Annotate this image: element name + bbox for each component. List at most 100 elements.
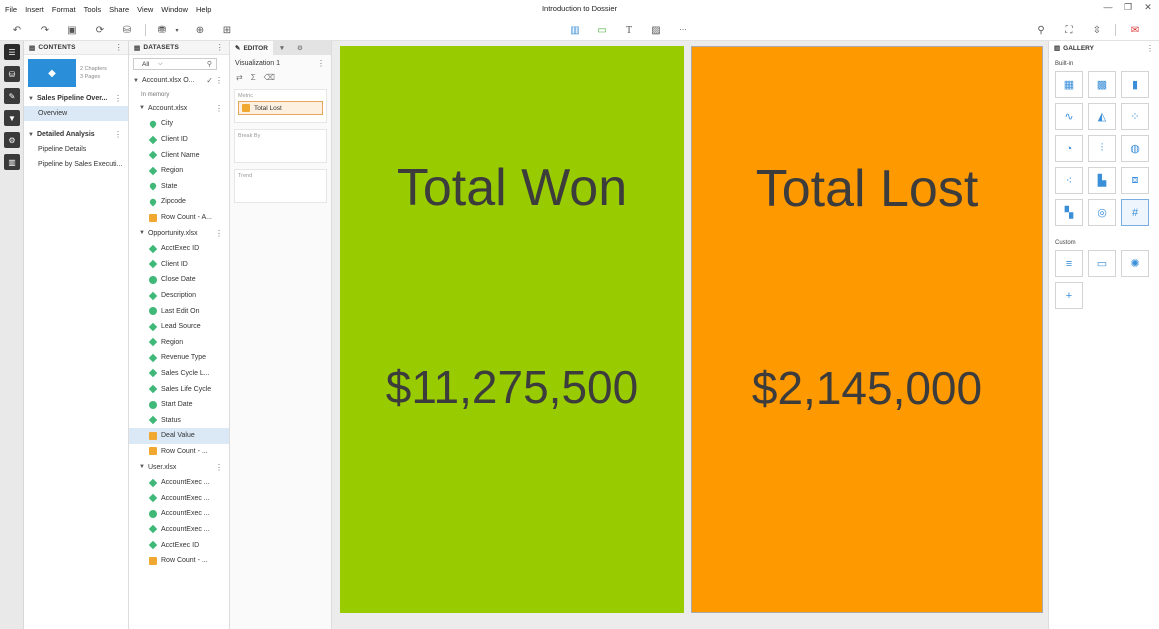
restore-icon[interactable]: ❐	[1123, 2, 1133, 13]
gallery-item[interactable]: ◔	[1055, 135, 1083, 162]
redo-icon[interactable]: ↷	[38, 23, 52, 37]
menu-help[interactable]: Help	[192, 5, 215, 14]
gallery-item[interactable]: ≡	[1055, 250, 1083, 277]
tab-format[interactable]: ⚙	[291, 41, 309, 55]
chapter-header[interactable]: ▼ Detailed Analysis ⋮	[24, 127, 128, 142]
gallery-item[interactable]: ⁖	[1055, 167, 1083, 194]
gallery-item[interactable]: ◎	[1088, 199, 1116, 226]
dataset-object[interactable]: AccountExec ...	[129, 506, 229, 522]
dataset-object[interactable]: AcctExec ID	[129, 241, 229, 257]
contents-menu-icon[interactable]: ⋮	[115, 43, 123, 52]
dataset-filter-select[interactable]: All ⌵ ⚲	[133, 58, 217, 70]
datasets-icon[interactable]: ⛁	[4, 66, 20, 82]
gallery-item[interactable]: ⫶	[1088, 135, 1116, 162]
menu-tools[interactable]: Tools	[80, 5, 106, 14]
dashboard-icon[interactable]: ⚲	[1034, 23, 1048, 37]
dataset-object[interactable]: Status	[129, 412, 229, 428]
dataset-object[interactable]: AccountExec ...	[129, 475, 229, 491]
metric-chip[interactable]: Total Lost	[238, 101, 323, 115]
filter-icon[interactable]: ▼	[4, 110, 20, 126]
dataset-object[interactable]: Revenue Type	[129, 350, 229, 366]
table-header[interactable]: ▼ Account.xlsx ⋮	[129, 101, 229, 117]
dataset-object[interactable]: Row Count - ...	[129, 444, 229, 460]
gallery-menu-icon[interactable]: ⋮	[1146, 44, 1154, 53]
dataset-object[interactable]: Description	[129, 288, 229, 304]
dataset-object[interactable]: AcctExec ID	[129, 537, 229, 553]
insert-visualization-icon[interactable]: ▥	[568, 23, 582, 37]
insert-image-icon[interactable]: ▨	[649, 23, 663, 37]
break-by-drop-zone[interactable]: Break By	[234, 129, 327, 163]
sigma-icon[interactable]: Σ	[251, 73, 256, 83]
chevron-down-icon[interactable]: ▾	[170, 23, 184, 37]
gallery-item[interactable]: ▦	[1055, 71, 1083, 98]
visualization-menu-icon[interactable]: ⋮	[317, 59, 325, 68]
add-page-icon[interactable]: ⊞	[220, 23, 234, 37]
dataset-object[interactable]: Client Name	[129, 147, 229, 163]
insert-html-icon[interactable]: ⋯	[676, 23, 690, 37]
menu-view[interactable]: View	[133, 5, 157, 14]
page-item[interactable]: Overview	[24, 106, 128, 121]
gallery-item[interactable]: ▭	[1088, 250, 1116, 277]
format-icon[interactable]: ⚙	[4, 132, 20, 148]
dataset-object[interactable]: Start Date	[129, 397, 229, 413]
table-header[interactable]: ▼ Opportunity.xlsx ⋮	[129, 225, 229, 241]
table-menu-icon[interactable]: ⋮	[215, 104, 223, 113]
tab-editor[interactable]: ✎ EDITOR	[230, 41, 273, 55]
gallery-item[interactable]: ▩	[1088, 71, 1116, 98]
gallery-item[interactable]: ▙	[1088, 167, 1116, 194]
notifications-icon[interactable]: ✉	[1128, 23, 1142, 37]
eraser-icon[interactable]: ⌫	[264, 73, 275, 83]
insert-text-icon[interactable]: T	[622, 23, 636, 37]
gallery-item[interactable]: ⧈	[1121, 167, 1149, 194]
swap-icon[interactable]: ⇄	[236, 73, 243, 83]
gallery-item[interactable]: ⁘	[1121, 103, 1149, 130]
dataset-object[interactable]: Row Count - A...	[129, 210, 229, 226]
dataset-object[interactable]: Region	[129, 335, 229, 351]
dataset-object[interactable]: Close Date	[129, 272, 229, 288]
dataset-object[interactable]: Lead Source	[129, 319, 229, 335]
tab-filter[interactable]: ▼	[273, 41, 291, 55]
kpi-tile-total-won[interactable]: Total Won $11,275,500	[340, 46, 684, 613]
dataset-object[interactable]: AccountExec ...	[129, 522, 229, 538]
menu-insert[interactable]: Insert	[21, 5, 48, 14]
table-header[interactable]: ▼ User.xlsx ⋮	[129, 459, 229, 475]
dataset-object[interactable]: Sales Life Cycle	[129, 381, 229, 397]
dataset-menu-icon[interactable]: ⋮	[215, 76, 223, 85]
chapter-header[interactable]: ▼ Sales Pipeline Over... ⋮	[24, 91, 128, 106]
gallery-item[interactable]: #	[1121, 199, 1149, 226]
dataset-object[interactable]: Region	[129, 163, 229, 179]
gallery-icon[interactable]: ▥	[4, 154, 20, 170]
presentation-mode-icon[interactable]: ⇳	[1090, 23, 1104, 37]
dataset-object[interactable]: Sales Cycle L...	[129, 366, 229, 382]
dataset-object[interactable]: Last Edit On	[129, 303, 229, 319]
refresh-icon[interactable]: ⟳	[93, 23, 107, 37]
dataset-header[interactable]: ▼ Account.xlsx O... ✓ ⋮	[129, 73, 229, 89]
dataset-object[interactable]: AccountExec ...	[129, 490, 229, 506]
menu-share[interactable]: Share	[105, 5, 133, 14]
data-icon[interactable]: ⛁	[120, 23, 134, 37]
dataset-object[interactable]: Deal Value	[129, 428, 229, 444]
dataset-object[interactable]: Client ID	[129, 257, 229, 273]
trend-drop-zone[interactable]: Trend	[234, 169, 327, 203]
editor-icon[interactable]: ✎	[4, 88, 20, 104]
dataset-object[interactable]: Client ID	[129, 132, 229, 148]
datasets-menu-icon[interactable]: ⋮	[216, 43, 224, 52]
gallery-item[interactable]: +	[1055, 282, 1083, 309]
undo-icon[interactable]: ↶	[10, 23, 24, 37]
kpi-tile-total-lost[interactable]: Total Lost $2,145,000	[691, 46, 1043, 613]
dataset-object[interactable]: Row Count - ...	[129, 553, 229, 569]
table-menu-icon[interactable]: ⋮	[215, 463, 223, 472]
gallery-item[interactable]: ▮	[1121, 71, 1149, 98]
page-item[interactable]: Pipeline Details	[24, 142, 128, 157]
search-icon[interactable]: ⚲	[207, 60, 212, 68]
gallery-item[interactable]: ▚	[1055, 199, 1083, 226]
table-menu-icon[interactable]: ⋮	[215, 229, 223, 238]
gallery-item[interactable]: ◭	[1088, 103, 1116, 130]
page-item[interactable]: Pipeline by Sales Executi...	[24, 157, 128, 172]
menu-window[interactable]: Window	[157, 5, 192, 14]
menu-format[interactable]: Format	[48, 5, 80, 14]
add-chapter-icon[interactable]: ⊕	[193, 23, 207, 37]
chapter-menu-icon[interactable]: ⋮	[114, 94, 122, 103]
chapter-menu-icon[interactable]: ⋮	[114, 130, 122, 139]
metric-drop-zone[interactable]: Metric Total Lost	[234, 89, 327, 123]
